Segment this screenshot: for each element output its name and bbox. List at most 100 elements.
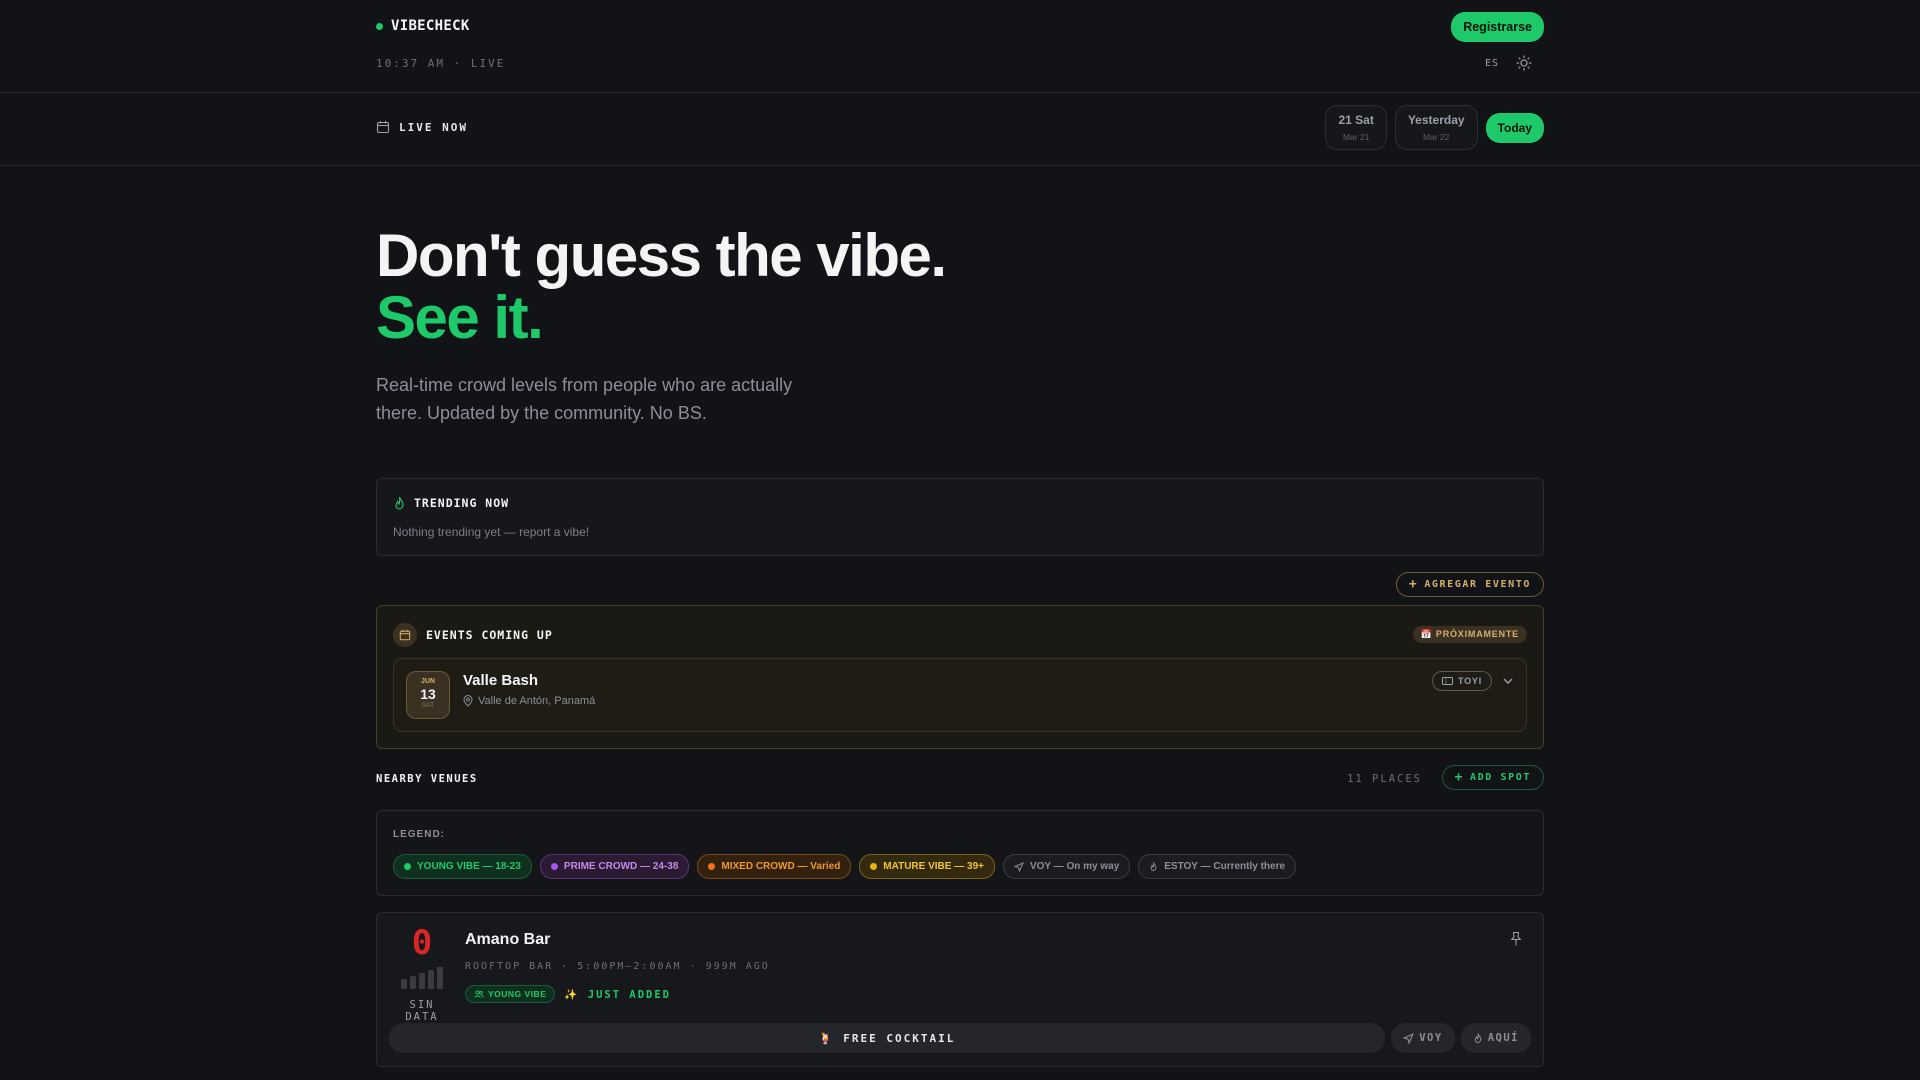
flame-icon (1150, 862, 1157, 872)
crowd-bar (401, 979, 407, 989)
young-dot-icon (404, 863, 411, 870)
event-location: Valle de Antón, Panamá (463, 695, 595, 707)
add-event-button[interactable]: + AGREGAR EVENTO (1395, 572, 1544, 597)
date-sub: Mar 21 (1342, 132, 1370, 142)
event-day: 13 (420, 686, 436, 702)
top-header: VIBECHECK 10:37 AM · LIVE Registrarse ES (376, 0, 1544, 92)
calendar-icon (376, 121, 390, 134)
events-title-text: EVENTS COMING UP (426, 628, 553, 642)
date-selector: 21 Sat Mar 21 Yesterday Mar 22 Today (1325, 105, 1544, 150)
legend-panel: LEGEND: YOUNG VIBE — 18-23 PRIME CROWD —… (376, 810, 1544, 896)
live-now-label: LIVE NOW (376, 120, 468, 134)
legend-chip-voy: VOY — On my way (1002, 854, 1131, 879)
legend-chips: YOUNG VIBE — 18-23 PRIME CROWD — 24-38 M… (393, 854, 1297, 879)
send-icon (1013, 861, 1024, 872)
venue-card[interactable]: 0 SIN DATA Amano Bar ROOFTOP BAR · 5:00P… (376, 912, 1544, 1067)
event-name: Valle Bash (463, 672, 539, 689)
ticket-button[interactable]: TOYI (1431, 671, 1492, 691)
live-dot-icon (376, 22, 383, 30)
legend-chip-label: VOY — On my way (1029, 861, 1120, 872)
legend-chip-estoy: ESTOY — Currently there (1138, 854, 1297, 879)
vibe-score: 0 (397, 925, 447, 989)
date-button-today[interactable]: Today (1485, 112, 1544, 143)
legend-chip-label: YOUNG VIBE — 18-23 (417, 861, 521, 872)
score-label: SIN DATA (405, 999, 439, 1023)
plus-icon: + (1408, 576, 1419, 592)
legend-chip-mixed: MIXED CROWD — Varied (697, 854, 852, 879)
date-day: Yesterday (1407, 113, 1465, 127)
flame-icon (395, 496, 404, 510)
event-date-box: JUN 13 SAT (406, 671, 450, 719)
trending-panel: TRENDING NOW Nothing trending yet — repo… (376, 478, 1544, 556)
event-card[interactable]: JUN 13 SAT Valle Bash Valle de Antón, Pa… (393, 658, 1527, 732)
free-cocktail-button[interactable]: 🍹 FREE COCKTAIL (389, 1023, 1386, 1053)
map-pin-icon (463, 695, 473, 707)
hero-title-line2: See it. (376, 284, 544, 351)
mixed-dot-icon (708, 863, 716, 870)
crowd-bar (410, 976, 416, 989)
upcoming-badge: 📅 PRÓXIMAMENTE (1412, 626, 1527, 643)
crowd-bar (428, 970, 434, 989)
chevron-down-icon[interactable] (1502, 677, 1514, 685)
theme-sun-icon[interactable] (1516, 55, 1532, 71)
prime-dot-icon (550, 863, 558, 870)
places-count: 11 PLACES (1347, 773, 1422, 785)
events-title: EVENTS COMING UP (393, 623, 553, 647)
register-button[interactable]: Registrarse (1451, 12, 1544, 42)
datebar-divider (0, 165, 1920, 166)
date-bar: LIVE NOW 21 Sat Mar 21 Yesterday Mar 22 … (376, 93, 1544, 165)
legend-chip-label: ESTOY — Currently there (1164, 861, 1286, 872)
date-sub: Mar 22 (1422, 132, 1450, 142)
just-added-label: ✨ JUST ADDED (564, 988, 671, 1001)
nearby-title: NEARBY VENUES (376, 773, 478, 785)
legend-chip-label: MIXED CROWD — Varied (721, 861, 841, 872)
date-button-yesterday[interactable]: Yesterday Mar 22 (1394, 105, 1478, 150)
legend-chip-mature: MATURE VIBE — 39+ (859, 854, 995, 879)
nearby-header: NEARBY VENUES 11 PLACES + ADD SPOT (376, 764, 1544, 794)
ticket-label: TOYI (1457, 676, 1482, 686)
voy-button[interactable]: VOY (1391, 1023, 1455, 1053)
send-icon (1403, 1032, 1415, 1044)
venue-actions: 🍹 FREE COCKTAIL VOY AQUÍ (389, 1023, 1531, 1053)
legend-chip-young: YOUNG VIBE — 18-23 (393, 854, 532, 879)
users-icon (474, 990, 484, 998)
brand-logo[interactable]: VIBECHECK (376, 18, 470, 34)
crowd-bar (419, 973, 425, 989)
voy-label: VOY (1419, 1032, 1443, 1044)
date-day: 21 Sat (1338, 113, 1374, 127)
add-spot-label: ADD SPOT (1470, 772, 1531, 783)
flame-icon (1474, 1033, 1481, 1044)
trending-empty-text: Nothing trending yet — report a vibe! (393, 525, 590, 539)
crowd-bar (437, 967, 443, 989)
mature-dot-icon (870, 863, 878, 870)
hero-title-line1: Don't guess the vibe. (376, 222, 947, 289)
aqui-label: AQUÍ (1487, 1032, 1519, 1044)
trending-title-text: TRENDING NOW (414, 496, 510, 510)
venue-meta: ROOFTOP BAR · 5:00PM–2:00AM · 999M AGO (465, 961, 770, 972)
date-button-sat[interactable]: 21 Sat Mar 21 (1325, 105, 1387, 150)
hero-subtitle: Real-time crowd levels from people who a… (376, 375, 793, 423)
calendar-icon (393, 623, 417, 647)
score-number: 0 (411, 923, 433, 963)
legend-chip-label: MATURE VIBE — 39+ (883, 861, 984, 872)
add-spot-button[interactable]: + ADD SPOT (1441, 765, 1544, 790)
pin-icon[interactable] (1509, 931, 1523, 947)
event-month: JUN (420, 678, 435, 685)
event-weekday: SAT (421, 702, 435, 709)
plus-icon: + (1454, 769, 1465, 785)
live-clock: 10:37 AM · LIVE (376, 57, 506, 70)
brand-name: VIBECHECK (391, 18, 470, 34)
legend-chip-label: PRIME CROWD — 24-38 (563, 861, 679, 872)
aqui-button[interactable]: AQUÍ (1460, 1023, 1531, 1053)
crowd-bars (397, 965, 447, 989)
live-now-text: LIVE NOW (399, 120, 468, 134)
ticket-icon (1441, 677, 1453, 685)
venue-name: Amano Bar (465, 931, 551, 948)
add-event-label: AGREGAR EVENTO (1424, 579, 1531, 590)
legend-title: LEGEND: (393, 829, 445, 840)
legend-chip-prime: PRIME CROWD — 24-38 (539, 854, 690, 879)
young-vibe-tag-label: YOUNG VIBE (488, 989, 547, 999)
venue-tags: YOUNG VIBE ✨ JUST ADDED (465, 985, 671, 1003)
language-toggle[interactable]: ES (1485, 58, 1499, 69)
event-location-text: Valle de Antón, Panamá (478, 695, 596, 707)
